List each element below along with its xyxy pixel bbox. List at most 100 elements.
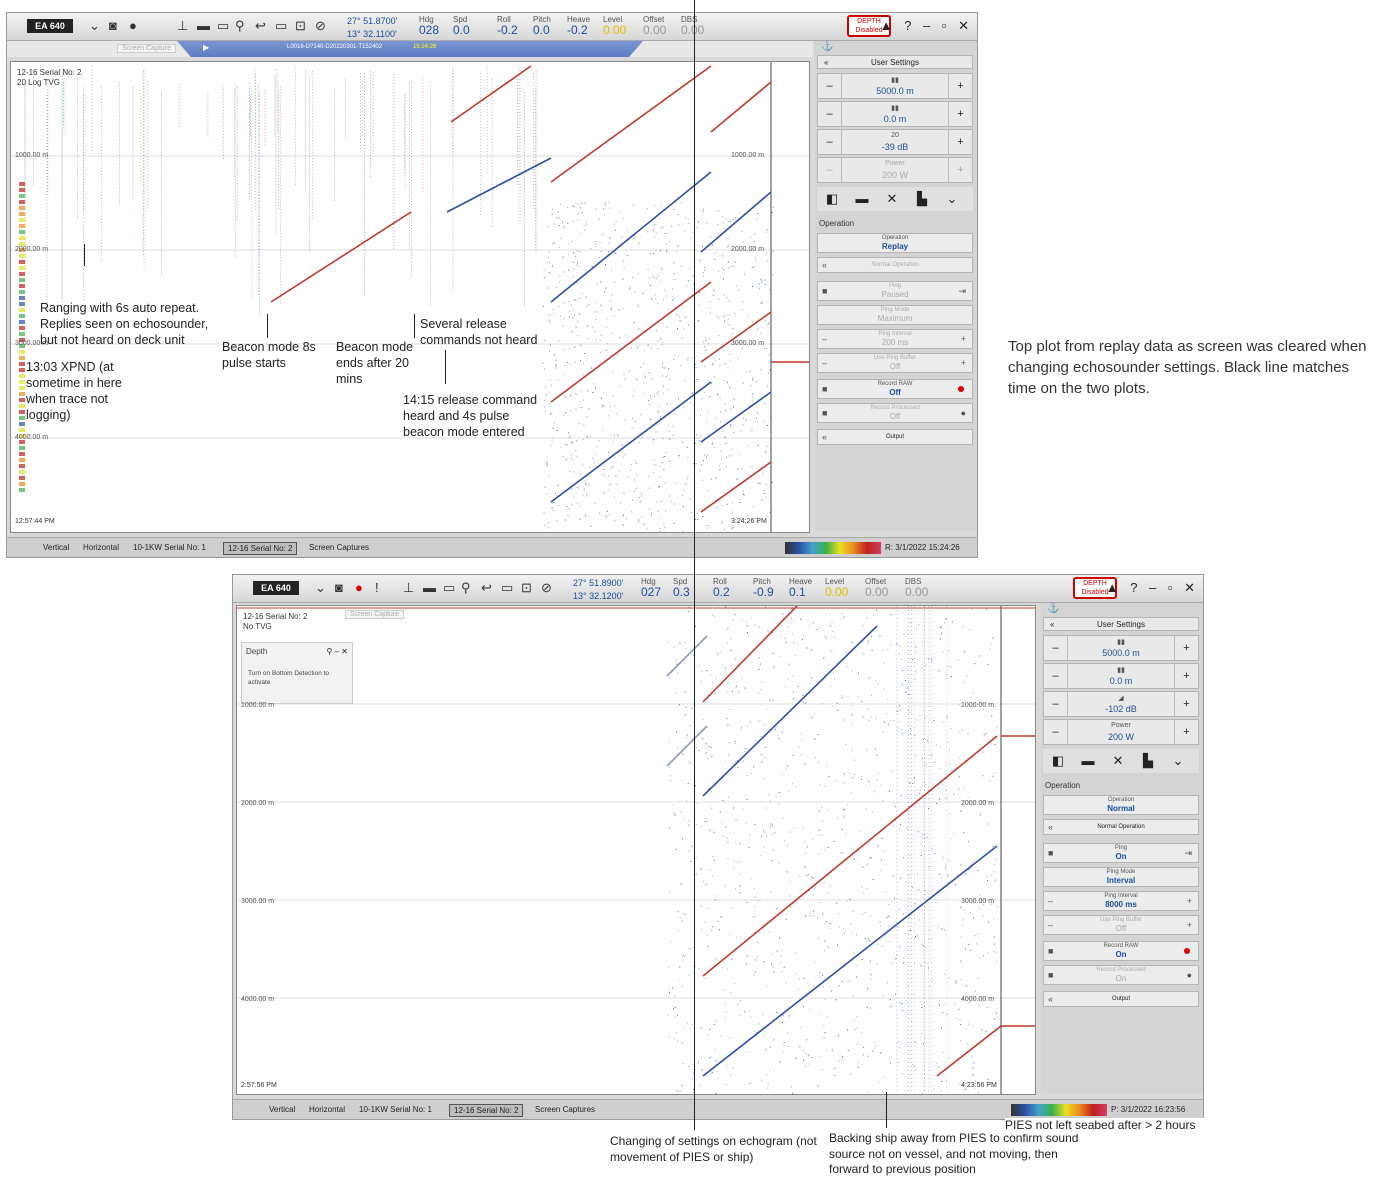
tab-serial-1[interactable]: 10-1KW Serial No: 1	[129, 542, 210, 553]
tools-tab-icon[interactable]: ✕	[877, 187, 907, 211]
start-plus-button[interactable]: +	[948, 102, 972, 126]
user-settings-header[interactable]: «User Settings	[1043, 617, 1199, 631]
transducer-icon[interactable]: ⊥	[403, 580, 414, 596]
normal-operation-button[interactable]: «Normal Operation	[1043, 819, 1199, 835]
echogram-tab-icon[interactable]: ◧	[1043, 749, 1073, 773]
gain-control[interactable]: – ◢ -102 dB +	[1043, 691, 1199, 717]
tools-tab-icon[interactable]: ✕	[1103, 749, 1133, 773]
power-plus-button[interactable]: +	[1174, 720, 1198, 744]
echogram-top[interactable]: 12-16 Serial No: 2 20 Log TVG 1000.00 m …	[10, 61, 810, 533]
start-control[interactable]: – ▮▮ 0.0 m +	[817, 101, 973, 127]
tab-serial-1[interactable]: 10-1KW Serial No: 1	[355, 1104, 436, 1115]
ping-button[interactable]: ■ Ping Paused ⇥	[817, 281, 973, 301]
ping-interval-button[interactable]: – Ping Interval 8000 ms +	[1043, 891, 1199, 911]
display-tab-icon[interactable]: ▬	[847, 187, 877, 211]
record-raw-button[interactable]: ■ Record RAW On	[1043, 941, 1199, 961]
window-controls[interactable]: ▲ ? – ▫ ✕	[880, 18, 973, 34]
power-control[interactable]: – Power 200 W +	[1043, 719, 1199, 745]
ping-button[interactable]: ■ Ping On ⇥	[1043, 843, 1199, 863]
window-controls[interactable]: ▲ ? – ▫ ✕	[1106, 580, 1199, 596]
bottom-icon[interactable]: ▬	[423, 580, 436, 596]
start-minus-button[interactable]: –	[1044, 664, 1068, 688]
tab-screen-captures[interactable]: Screen Captures	[305, 542, 373, 553]
tab-serial-2[interactable]: 12-16 Serial No: 2	[449, 1104, 524, 1117]
gain-control[interactable]: –20 -39 dB +	[817, 129, 973, 155]
record-processed-button[interactable]: ■ Record Processed Off ●	[817, 403, 973, 423]
expand-icon[interactable]: ⌄	[937, 187, 967, 211]
tab-serial-2[interactable]: 12-16 Serial No: 2	[223, 542, 298, 555]
data-tab-icon[interactable]: ▙	[907, 187, 937, 211]
undo-icon[interactable]: ↩	[481, 580, 492, 596]
user-settings-header[interactable]: «User Settings	[817, 55, 973, 69]
operation-button[interactable]: Operation Replay	[817, 233, 973, 253]
battery-icon[interactable]: ▭	[275, 18, 287, 34]
tab-horizontal[interactable]: Horizontal	[79, 542, 123, 553]
record-raw-button[interactable]: ■ Record RAW Off	[817, 379, 973, 399]
gain-plus-button[interactable]: +	[1174, 692, 1198, 716]
transducer-icon[interactable]: ⊥	[177, 18, 188, 34]
display-tab-icon[interactable]: ▬	[1073, 749, 1103, 773]
range-minus-button[interactable]: –	[818, 74, 842, 98]
range-minus-button[interactable]: –	[1044, 636, 1068, 660]
expand-icon[interactable]: ⌄	[1163, 749, 1193, 773]
echogram-bottom[interactable]: 12-16 Serial No: 2 No TVG Screen Capture…	[236, 605, 1036, 1095]
range-control[interactable]: – ▮▮ 5000.0 m +	[1043, 635, 1199, 661]
replay-bar[interactable]: ▶ L0016-D?140-D20220301-T152402 15:24:26	[177, 41, 643, 57]
depth-window-controls[interactable]: ⚲ – ✕	[327, 647, 348, 656]
operation-button[interactable]: Operation Normal	[1043, 795, 1199, 815]
gain-plus-button[interactable]: +	[948, 130, 972, 154]
ruler-icon[interactable]: ▭	[443, 580, 455, 596]
tab-horizontal[interactable]: Horizontal	[305, 1104, 349, 1115]
noise-speckle	[863, 892, 865, 894]
pin-icon[interactable]: ⚓	[1047, 603, 1059, 614]
power-control[interactable]: – Power 200 W +	[817, 157, 973, 183]
chart-icon[interactable]: ⊡	[295, 18, 306, 34]
ping-mode-button[interactable]: Ping Mode Maximum	[817, 305, 973, 325]
range-plus-button[interactable]: +	[1174, 636, 1198, 660]
depth-window[interactable]: Depth ⚲ – ✕ Turn on Bottom Detection to …	[241, 642, 353, 704]
zoom-icon[interactable]: ⚲	[235, 18, 245, 34]
start-plus-button[interactable]: +	[1174, 664, 1198, 688]
start-control[interactable]: – ▮▮ 0.0 m +	[1043, 663, 1199, 689]
undo-icon[interactable]: ↩	[255, 18, 266, 34]
ping-mode-button[interactable]: Ping Mode Interval	[1043, 867, 1199, 887]
camera-icon[interactable]: ◙	[335, 580, 343, 596]
power-plus-button[interactable]: +	[948, 158, 972, 182]
normal-operation-button[interactable]: «Normal Operation	[817, 257, 973, 273]
tab-vertical[interactable]: Vertical	[265, 1104, 299, 1115]
battery-icon[interactable]: ▭	[501, 580, 513, 596]
output-button[interactable]: «Output	[1043, 991, 1199, 1007]
power-minus-button[interactable]: –	[818, 158, 842, 182]
stop-icon[interactable]: ●	[129, 18, 137, 34]
pin-icon[interactable]: ⚓	[821, 41, 833, 52]
tab-screen-captures[interactable]: Screen Captures	[531, 1104, 599, 1115]
alert-icon[interactable]: !	[375, 580, 379, 596]
compass-icon[interactable]: ⊘	[541, 580, 552, 596]
bottom-icon[interactable]: ▬	[197, 18, 210, 34]
ping-buffer-button[interactable]: – Use Ping Buffer Off +	[1043, 915, 1199, 935]
range-plus-button[interactable]: +	[948, 74, 972, 98]
start-minus-button[interactable]: –	[818, 102, 842, 126]
camera-icon[interactable]: ◙	[109, 18, 117, 34]
ping-buffer-button[interactable]: – Use Ping Buffer Off +	[817, 353, 973, 373]
output-button[interactable]: «Output	[817, 429, 973, 445]
power-minus-button[interactable]: –	[1044, 720, 1068, 744]
screen-capture-button[interactable]: Screen Capture	[345, 610, 405, 619]
play-icon[interactable]: ▶	[203, 43, 209, 52]
chevron-down-icon[interactable]: ⌄	[315, 580, 326, 596]
screen-capture-button[interactable]: Screen Capture	[117, 44, 177, 53]
stop-icon[interactable]: ●	[355, 580, 363, 596]
record-processed-button[interactable]: ■ Record Processed On ●	[1043, 965, 1199, 985]
tab-vertical[interactable]: Vertical	[39, 542, 73, 553]
compass-icon[interactable]: ⊘	[315, 18, 326, 34]
ruler-icon[interactable]: ▭	[217, 18, 229, 34]
gain-minus-button[interactable]: –	[1044, 692, 1068, 716]
data-tab-icon[interactable]: ▙	[1133, 749, 1163, 773]
zoom-icon[interactable]: ⚲	[461, 580, 471, 596]
echogram-tab-icon[interactable]: ◧	[817, 187, 847, 211]
gain-minus-button[interactable]: –	[818, 130, 842, 154]
ping-interval-button[interactable]: – Ping Interval 200 ms +	[817, 329, 973, 349]
range-control[interactable]: – ▮▮ 5000.0 m +	[817, 73, 973, 99]
chevron-down-icon[interactable]: ⌄	[89, 18, 100, 34]
chart-icon[interactable]: ⊡	[521, 580, 532, 596]
